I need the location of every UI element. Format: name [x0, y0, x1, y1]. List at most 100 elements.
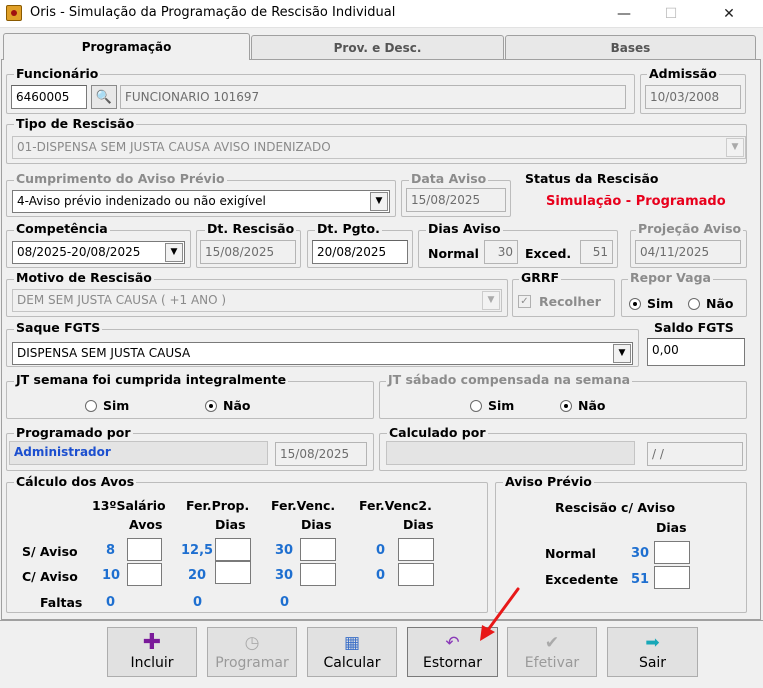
- aviso-previo-header: Rescisão c/ Aviso: [555, 500, 676, 515]
- radio-selected-icon: [629, 297, 641, 310]
- aviso-previo-dias-header: Dias: [656, 520, 687, 535]
- row-com-aviso-label: C/ Aviso: [22, 569, 78, 584]
- incluir-label: Incluir: [130, 655, 174, 671]
- calcular-button[interactable]: ▦ Calcular: [307, 627, 397, 677]
- dt-pgto-input[interactable]: 20/08/2025: [312, 240, 408, 264]
- col-fervenc-l2: Dias: [301, 517, 332, 532]
- check-icon: ✓: [518, 295, 531, 308]
- com-aviso-ferprop-input[interactable]: [215, 561, 251, 584]
- tipo-rescisao-label: Tipo de Rescisão: [14, 116, 137, 131]
- com-aviso-fervenc-value: 30: [275, 568, 294, 583]
- dias-aviso-normal-input: 30: [484, 240, 518, 264]
- data-aviso-input: 15/08/2025: [406, 188, 506, 212]
- jt-semana-sim-radio[interactable]: Sim: [85, 398, 129, 413]
- cumprimento-select[interactable]: 4-Aviso prévio indenizado ou não exigíve…: [12, 190, 390, 213]
- chevron-down-icon[interactable]: ▼: [370, 192, 388, 211]
- dias-aviso-normal-label: Normal: [428, 246, 479, 261]
- motivo-value: DEM SEM JUSTA CAUSA ( +1 ANO ): [17, 293, 227, 307]
- maximize-button[interactable]: ☐: [648, 0, 694, 28]
- saque-select[interactable]: DISPENSA SEM JUSTA CAUSA ▼: [12, 342, 633, 365]
- radio-selected-icon: [560, 399, 572, 412]
- minimize-button[interactable]: —: [601, 0, 647, 28]
- competencia-select[interactable]: 08/2025-20/08/2025 ▼: [12, 241, 185, 264]
- aviso-excedente-value: 51: [631, 572, 650, 587]
- programado-user: Administrador: [9, 441, 268, 465]
- jt-sabado-sim-label: Sim: [488, 398, 515, 413]
- jt-sabado-label: JT sábado compensada na semana: [386, 372, 633, 387]
- sair-button[interactable]: ➡ Sair: [607, 627, 698, 677]
- undo-arrow-icon: ↶: [445, 633, 460, 653]
- grrf-label: GRRF: [519, 270, 562, 285]
- sem-aviso-13-input[interactable]: [127, 538, 162, 561]
- sem-aviso-fervenc-input[interactable]: [300, 538, 336, 561]
- aviso-normal-input[interactable]: [654, 541, 690, 564]
- estornar-label: Estornar: [423, 655, 482, 671]
- aviso-previo-label: Aviso Prévio: [503, 474, 594, 489]
- chevron-down-icon: ▼: [726, 138, 744, 157]
- jt-sabado-nao-radio: Não: [560, 398, 605, 413]
- saque-label: Saque FGTS: [14, 320, 103, 335]
- chevron-down-icon: ▼: [482, 291, 500, 310]
- jt-sabado-sim-radio: Sim: [470, 398, 514, 413]
- com-aviso-13-input[interactable]: [127, 563, 162, 586]
- tab-bases[interactable]: Bases: [505, 35, 756, 59]
- calculo-label: Cálculo dos Avos: [14, 474, 137, 489]
- data-aviso-label: Data Aviso: [409, 171, 489, 186]
- row-sem-aviso-label: S/ Aviso: [22, 544, 78, 559]
- recolher-checkbox: ✓ Recolher: [518, 294, 601, 309]
- repor-vaga-label: Repor Vaga: [628, 270, 713, 285]
- dt-rescisao-label: Dt. Rescisão: [205, 221, 297, 236]
- tab-programacao[interactable]: Programação: [3, 33, 250, 60]
- calcular-label: Calcular: [323, 655, 381, 671]
- sem-aviso-fervenc2-input[interactable]: [398, 538, 434, 561]
- radio-icon: [85, 399, 97, 412]
- chevron-down-icon[interactable]: ▼: [613, 344, 631, 363]
- plus-icon: ✚: [142, 630, 162, 655]
- cumprimento-label: Cumprimento do Aviso Prévio: [14, 171, 227, 186]
- com-aviso-fervenc-input[interactable]: [300, 563, 336, 586]
- dias-aviso-exced-input: 51: [580, 240, 613, 264]
- programado-date: 15/08/2025: [275, 442, 367, 466]
- com-aviso-fervenc2-value: 0: [376, 568, 386, 583]
- calculado-date: / /: [647, 442, 743, 466]
- close-button[interactable]: ✕: [706, 0, 752, 28]
- dias-aviso-label: Dias Aviso: [426, 221, 503, 236]
- com-aviso-ferprop-value: 20: [188, 568, 207, 583]
- sem-aviso-ferprop-value: 12,5: [181, 543, 214, 558]
- tab-prov-desc[interactable]: Prov. e Desc.: [251, 35, 504, 59]
- sem-aviso-ferprop-input[interactable]: [215, 538, 251, 561]
- sem-aviso-fervenc2-value: 0: [376, 543, 386, 558]
- saldo-input[interactable]: 0,00: [647, 338, 745, 366]
- incluir-button[interactable]: ✚ Incluir: [107, 627, 197, 677]
- motivo-select: DEM SEM JUSTA CAUSA ( +1 ANO ) ▼: [12, 289, 502, 312]
- repor-vaga-sim-label: Sim: [647, 296, 674, 311]
- admissao-input: 10/03/2008: [645, 85, 741, 109]
- aviso-excedente-label: Excedente: [545, 572, 619, 587]
- com-aviso-13-value: 10: [102, 568, 121, 583]
- cumprimento-value: 4-Aviso prévio indenizado ou não exigíve…: [17, 194, 266, 208]
- projecao-label: Projeção Aviso: [636, 221, 744, 236]
- repor-vaga-sim-radio[interactable]: Sim: [629, 296, 673, 311]
- jt-semana-nao-radio[interactable]: Não: [205, 398, 250, 413]
- exit-arrow-icon: ➡: [645, 633, 660, 653]
- jt-semana-sim-label: Sim: [103, 398, 130, 413]
- repor-vaga-nao-radio[interactable]: Não: [688, 296, 733, 311]
- radio-icon: [470, 399, 482, 412]
- faltas-ferprop-value: 0: [193, 595, 203, 610]
- jt-semana-label: JT semana foi cumprida integralmente: [14, 372, 289, 387]
- sair-label: Sair: [638, 655, 667, 671]
- funcionario-label: Funcionário: [14, 66, 101, 81]
- jt-semana-nao-label: Não: [223, 398, 251, 413]
- aviso-excedente-input[interactable]: [654, 566, 690, 589]
- com-aviso-fervenc2-input[interactable]: [398, 563, 434, 586]
- search-employee-icon[interactable]: 🔍: [91, 85, 117, 109]
- admissao-label: Admissão: [647, 66, 719, 81]
- chevron-down-icon[interactable]: ▼: [165, 243, 183, 262]
- dias-aviso-exced-label: Exced.: [525, 246, 572, 261]
- col-13salario-l2: Avos: [129, 517, 163, 532]
- programar-label: Programar: [215, 655, 289, 671]
- funcionario-code-input[interactable]: 6460005: [11, 85, 87, 109]
- bottom-separator: [0, 620, 763, 621]
- col-fervenc2-l1: Fer.Venc2.: [359, 498, 432, 513]
- annotation-arrow-icon: [480, 587, 520, 641]
